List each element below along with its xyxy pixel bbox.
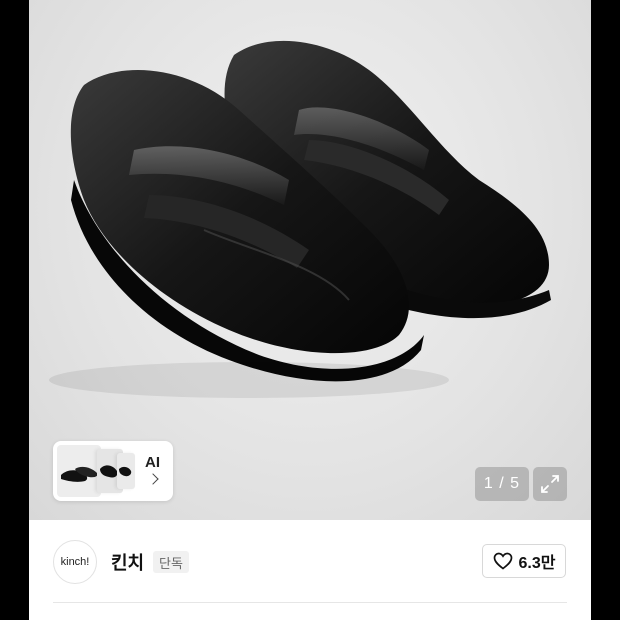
divider (53, 602, 567, 603)
seller-name[interactable]: 킨치 (111, 549, 144, 575)
ai-label: AI (145, 454, 160, 471)
like-count: 6.3만 (518, 555, 556, 572)
exclusive-badge: 단독 (153, 551, 189, 573)
product-detail-screen: AI 1 / 5 kinch! 킨치 단독 6.3만 (29, 0, 591, 620)
seller-bar: kinch! 킨치 단독 6.3만 (29, 520, 591, 602)
expand-button[interactable] (533, 467, 567, 501)
seller-logo-text: kinch! (60, 556, 90, 568)
thumbnail-image (57, 445, 101, 497)
ai-similar-products-card[interactable]: AI (53, 441, 173, 501)
product-image-gallery[interactable]: AI 1 / 5 (29, 0, 591, 520)
expand-icon (541, 475, 559, 493)
chevron-right-icon (147, 473, 159, 485)
heart-icon (493, 552, 512, 570)
seller-logo[interactable]: kinch! (53, 540, 97, 584)
like-button[interactable]: 6.3만 (482, 544, 566, 578)
thumbnail-image (117, 453, 135, 489)
image-counter: 1 / 5 (475, 467, 529, 501)
